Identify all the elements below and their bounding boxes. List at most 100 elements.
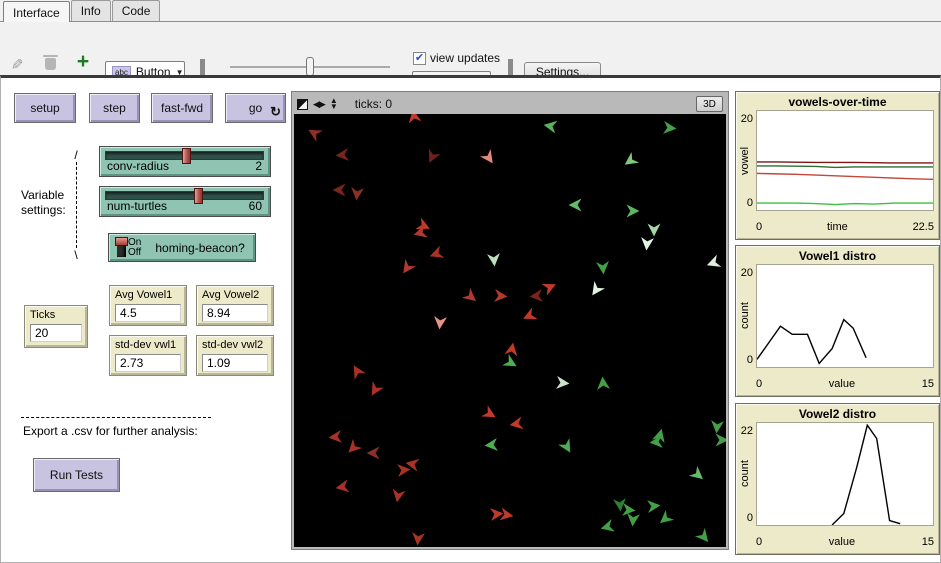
turtle [508,416,523,431]
y-axis-label: count [739,264,751,368]
turtle [406,114,421,124]
turtle [504,341,519,356]
turtle [390,488,405,503]
horizontal-resize-icon[interactable]: ◀▶ [313,99,325,110]
monitor-title: std-dev vwl1 [115,339,181,351]
x-tick-min: 0 [756,221,762,233]
turtle [462,288,480,306]
plot-canvas [756,422,934,526]
turtle [541,278,558,295]
ticks-monitor: Ticks 20 [24,305,88,348]
forever-icon: ↻ [270,104,281,120]
monitor-value: 8.94 [202,304,268,322]
x-axis-label: value [829,378,855,390]
plus-icon: + [77,53,89,71]
netlogo-window: Interface Info Code ✎ Edit Delete + Add … [0,0,941,563]
turtle [587,281,605,299]
step-label: step [103,101,126,115]
turtle [487,253,501,267]
switch-knob[interactable] [115,237,128,246]
turtle [663,121,677,135]
turtle [348,362,366,380]
speed-slider-thumb[interactable] [306,57,314,76]
avg-vowel2-monitor: Avg Vowel2 8.94 [196,285,274,326]
world-view-header: ◀▶ ▲ ▼ ticks: 0 3D [294,94,726,114]
pencil-icon: ✎ [7,58,25,71]
turtle [626,513,640,527]
world-canvas[interactable] [294,114,726,547]
plot-canvas [756,110,934,211]
turtle [333,184,346,197]
monitor-title: Ticks [30,309,82,321]
y-axis-label: vowel [739,110,751,211]
homing-beacon-switch[interactable]: On Off homing-beacon? [108,233,256,262]
turtle [494,289,508,303]
turtle [334,479,349,494]
y-axis-label: count [739,422,751,526]
step-button[interactable]: step [89,93,140,123]
monitor-title: std-dev vwl2 [202,339,268,351]
turtle [499,507,514,522]
triangle-down-icon: ▼ [330,104,338,110]
tab-info[interactable]: Info [71,0,111,21]
turtle [647,499,661,513]
go-button[interactable]: go ↻ [225,93,286,123]
slider-name: conv-radius [107,159,169,173]
divider-dashed [21,417,211,418]
run-tests-button[interactable]: Run Tests [33,458,120,492]
monitor-title: Avg Vowel2 [202,289,268,301]
fast-fwd-label: fast-fwd [161,101,203,115]
turtle [481,405,499,423]
turtle [335,148,349,162]
switch-track[interactable] [117,238,126,257]
monitor-value: 20 [30,324,82,342]
turtle [305,124,323,142]
turtle [627,205,640,218]
y-tick-min: 0 [736,354,753,366]
y-tick-min: 0 [736,197,753,209]
trash-icon [45,58,56,70]
checkbox-box[interactable]: ✔ [413,52,426,65]
turtle [569,199,582,212]
vertical-resize-icon[interactable]: ▲ ▼ [330,98,338,110]
y-tick-min: 0 [736,512,753,524]
turtle [705,255,722,272]
turtle [621,152,639,170]
world-view: ◀▶ ▲ ▼ ticks: 0 3D [291,91,729,550]
plot-canvas [756,264,934,368]
resize-diagonal-icon[interactable] [297,99,308,110]
view-updates-label: view updates [430,51,500,65]
monitor-value: 4.5 [115,304,181,322]
turtle [433,316,447,330]
view-updates-checkbox[interactable]: ✔ view updates [413,51,500,65]
turtle [428,246,445,263]
num-turtles-slider[interactable]: num-turtles 60 [99,186,271,217]
turtle [484,438,498,452]
go-label: go [249,101,262,115]
turtle [367,447,380,460]
tab-code[interactable]: Code [112,0,161,21]
switch-off-label: Off [128,248,141,258]
conv-radius-slider[interactable]: conv-radius 2 [99,146,271,177]
setup-button[interactable]: setup [14,93,76,123]
switch-on-label: On [128,238,141,248]
slider-name: num-turtles [107,199,167,213]
avg-vowel1-monitor: Avg Vowel1 4.5 [109,285,187,326]
turtle [350,187,364,201]
turtle [596,261,610,275]
x-tick-max: 22.5 [913,221,934,233]
fast-fwd-button[interactable]: fast-fwd [151,93,213,123]
x-tick-max: 15 [922,536,934,548]
turtle [502,354,520,372]
check-icon: ✔ [415,53,424,64]
3d-button[interactable]: 3D [696,96,723,112]
turtle [328,430,342,444]
turtle [716,434,727,447]
turtle [710,420,724,434]
std-dev-vwl1-monitor: std-dev vwl1 2.73 [109,335,187,376]
tab-interface[interactable]: Interface [3,1,70,22]
monitor-value: 1.09 [202,354,268,372]
slider-value: 2 [255,159,262,173]
plot-vowel2-distro: Vowel2 distro 22 count 0 0 value 15 [735,403,940,555]
plot-vowels-over-time: vowels-over-time 20 vowel 0 0 time 22.5 [735,91,940,240]
